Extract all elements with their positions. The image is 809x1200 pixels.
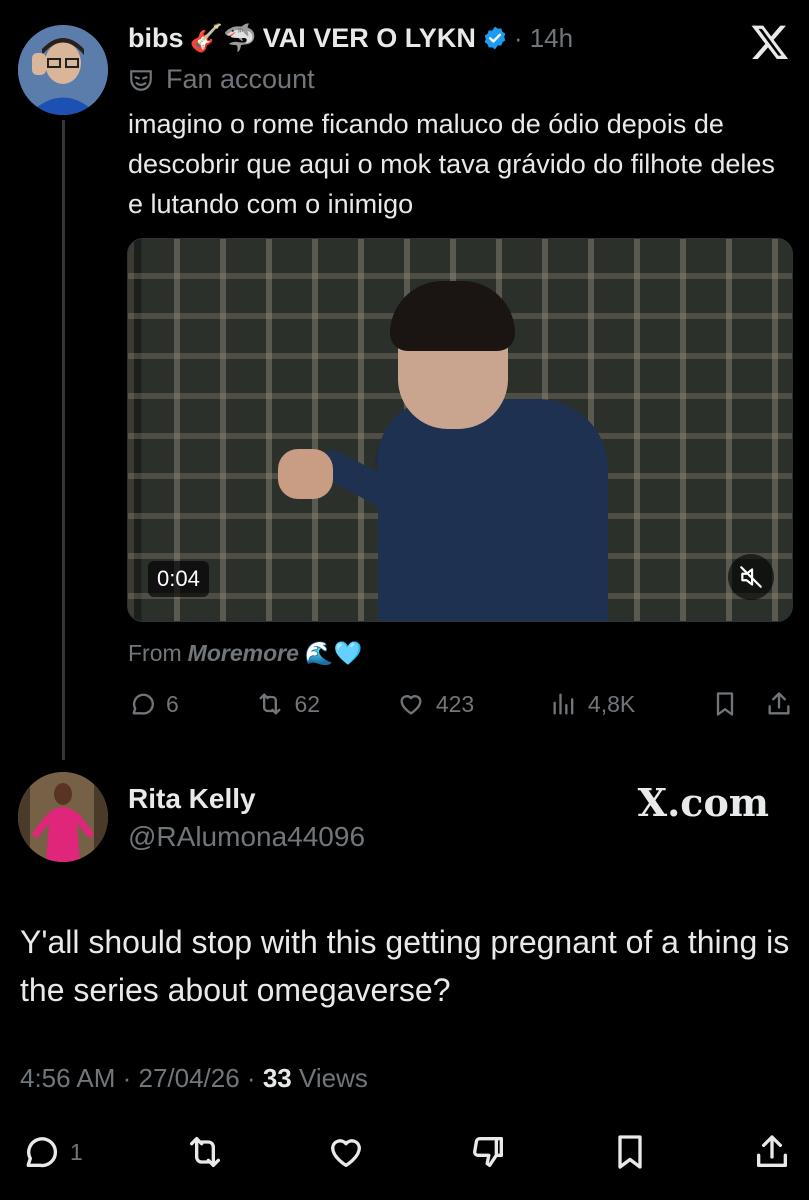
- views-count: 4,8K: [587, 690, 636, 717]
- repost-icon: [259, 693, 281, 715]
- tweet2-meta: 4:56 AM · 27/04/26 · 33 Views: [20, 1063, 368, 1094]
- like-count: 423: [435, 690, 475, 717]
- fan-account-text: Fan account: [166, 64, 315, 94]
- tweet1-end-actions: [711, 689, 793, 719]
- like-icon: [400, 695, 422, 715]
- tweet1-actions: 6 62 423 4,8K: [128, 686, 793, 722]
- repost-count: 62: [294, 690, 321, 717]
- video-source-link[interactable]: Moremore: [188, 640, 299, 667]
- video-source: From Moremore 🌊🩵: [128, 640, 362, 667]
- reply-count: 6: [166, 690, 179, 717]
- tweet1-header: bibs 🎸🦈 VAI VER O LYKN · 14h: [128, 22, 573, 54]
- tweet2-actions: 1: [20, 1132, 792, 1172]
- bookmark-icon[interactable]: [610, 1132, 650, 1172]
- avatar-bibs[interactable]: [18, 25, 108, 115]
- avatar-rita-kelly[interactable]: [18, 772, 108, 862]
- tweet1-video[interactable]: 0:04: [127, 238, 793, 622]
- tweet2-reply-button[interactable]: 1: [20, 1132, 83, 1172]
- tweet2-reply-count: 1: [70, 1138, 83, 1165]
- mute-button[interactable]: [728, 554, 774, 600]
- tweet2-display-name[interactable]: Rita Kelly: [128, 783, 256, 815]
- video-source-prefix: From: [128, 640, 182, 666]
- like-button[interactable]: 423: [396, 690, 474, 718]
- tweet1-name-suffix[interactable]: VAI VER O LYKN: [263, 23, 476, 54]
- reply-icon: [132, 693, 154, 715]
- views-button[interactable]: 4,8K: [550, 690, 635, 718]
- xcom-watermark: X.com: [637, 780, 769, 825]
- views-icon: [553, 693, 574, 715]
- tweet1-display-name[interactable]: bibs: [128, 23, 184, 54]
- mute-icon: [740, 566, 762, 588]
- share-icon[interactable]: [765, 689, 793, 719]
- share-icon[interactable]: [752, 1132, 792, 1172]
- verified-badge-icon: [484, 26, 506, 50]
- tweet1-name-emojis: 🎸🦈: [189, 23, 257, 53]
- video-timecode: 0:04: [148, 561, 209, 597]
- bookmark-icon[interactable]: [711, 689, 739, 719]
- repost-icon[interactable]: [185, 1132, 225, 1172]
- video-figure-fist: [278, 449, 333, 499]
- reply-icon: [26, 1137, 58, 1168]
- x-logo-icon: [751, 25, 789, 60]
- tweet2-handle[interactable]: @RAlumona44096: [128, 821, 365, 853]
- fan-mask-icon: [130, 69, 152, 91]
- like-icon[interactable]: [326, 1132, 366, 1172]
- tweet2-timestamp[interactable]: 4:56 AM · 27/04/26 ·: [20, 1063, 256, 1093]
- reply-button[interactable]: 6: [128, 690, 179, 718]
- dislike-icon[interactable]: [468, 1132, 508, 1172]
- video-figure-body: [378, 399, 608, 621]
- repost-button[interactable]: 62: [255, 690, 321, 718]
- tweet1-time[interactable]: · 14h: [514, 23, 573, 54]
- tweet2-views-label: Views: [298, 1063, 368, 1093]
- thread-line: [62, 120, 65, 760]
- tweet2-views-count: 33: [262, 1063, 292, 1093]
- video-source-emojis: 🌊🩵: [304, 640, 363, 666]
- tweet1-text: imagino o rome ficando maluco de ódio de…: [128, 109, 775, 219]
- fan-account-label: Fan account: [128, 64, 315, 95]
- tweet2-text: Y'all should stop with this getting preg…: [20, 924, 790, 1008]
